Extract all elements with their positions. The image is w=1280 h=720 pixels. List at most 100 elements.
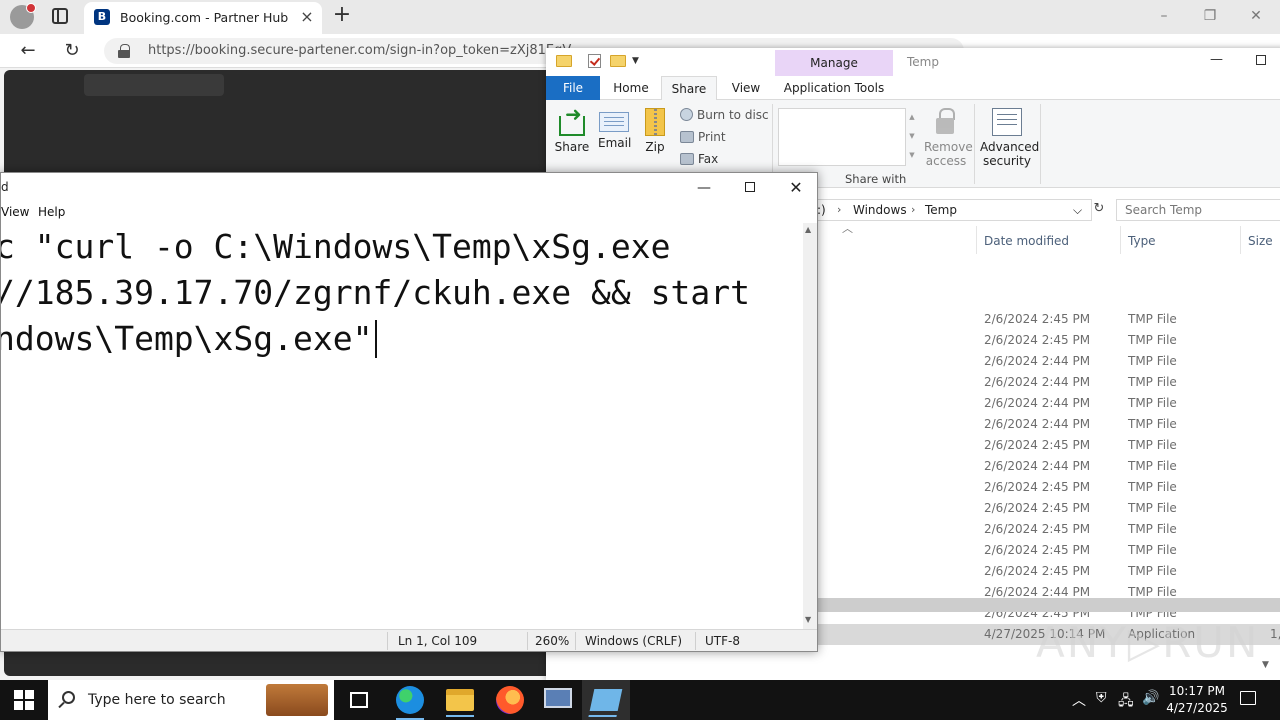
sort-ascending-icon: ︿ bbox=[842, 222, 853, 235]
breadcrumb-drive[interactable]: :) bbox=[817, 203, 826, 217]
text-line: ndows\Temp\xSg.exe" bbox=[1, 316, 377, 362]
row-date: 2/6/2024 2:44 PM bbox=[984, 459, 1091, 473]
tab-file[interactable]: File bbox=[546, 76, 600, 100]
email-icon bbox=[599, 112, 629, 132]
tab-actions-icon[interactable] bbox=[52, 8, 68, 24]
breadcrumb-windows[interactable]: Windows bbox=[853, 203, 907, 217]
row-date: 2/6/2024 2:45 PM bbox=[984, 501, 1091, 515]
remove-access-button[interactable]: Remove access bbox=[924, 108, 973, 168]
row-date: 2/6/2024 2:45 PM bbox=[984, 522, 1091, 536]
notepad-minimize-button[interactable]: — bbox=[689, 177, 719, 199]
back-arrow-icon[interactable]: ← bbox=[16, 40, 40, 62]
row-type: TMP File bbox=[1128, 564, 1177, 578]
scroll-down-icon[interactable]: ▼ bbox=[805, 615, 811, 624]
explorer-maximize-button[interactable] bbox=[1256, 55, 1266, 65]
network-icon[interactable]: 🖧 bbox=[1118, 690, 1134, 714]
scroll-up-icon[interactable]: ▲ bbox=[805, 225, 811, 234]
tab-close-icon[interactable]: × bbox=[298, 8, 316, 26]
row-date: 2/6/2024 2:44 PM bbox=[984, 375, 1091, 389]
column-date-modified[interactable]: Date modified bbox=[984, 234, 1069, 248]
browser-tab-bar: B Booking.com - Partner Hub × + – ❐ ✕ bbox=[0, 0, 1280, 34]
email-button[interactable]: Email bbox=[598, 108, 631, 150]
explorer-minimize-button[interactable]: — bbox=[1210, 52, 1223, 67]
status-separator bbox=[575, 632, 576, 650]
windows-start-icon[interactable] bbox=[14, 690, 34, 710]
lock-icon[interactable] bbox=[118, 44, 130, 58]
taskbar-clock[interactable]: 10:17 PM 4/27/2025 bbox=[1162, 683, 1232, 717]
row-date: 2/6/2024 2:44 PM bbox=[984, 396, 1091, 410]
new-tab-button[interactable]: + bbox=[330, 4, 354, 28]
share-button[interactable]: Share bbox=[554, 102, 590, 154]
menu-view[interactable]: View bbox=[1, 205, 29, 219]
search-input[interactable]: Search Temp bbox=[1116, 199, 1280, 221]
fax-icon bbox=[680, 153, 694, 165]
notepad-vertical-scrollbar[interactable]: ▲ ▼ bbox=[803, 223, 817, 629]
tab-view[interactable]: View bbox=[720, 76, 772, 100]
task-view-icon[interactable] bbox=[350, 692, 368, 708]
volume-icon[interactable]: 🔊 bbox=[1142, 690, 1159, 706]
chevron-right-icon: › bbox=[911, 203, 916, 216]
status-encoding: UTF-8 bbox=[705, 634, 740, 648]
text-caret bbox=[374, 320, 377, 358]
refresh-icon[interactable]: ↻ bbox=[1090, 201, 1108, 219]
properties-check-icon[interactable] bbox=[588, 54, 601, 68]
column-separator[interactable] bbox=[1240, 226, 1241, 254]
column-size[interactable]: Size bbox=[1248, 234, 1273, 248]
edge-browser-icon[interactable] bbox=[396, 686, 424, 720]
chevron-right-icon: › bbox=[837, 203, 842, 216]
tab-home[interactable]: Home bbox=[604, 76, 658, 100]
advanced-security-label-2: security bbox=[983, 154, 1031, 168]
zip-label: Zip bbox=[645, 140, 665, 154]
remote-desktop-icon[interactable] bbox=[544, 688, 572, 708]
print-label: Print bbox=[698, 130, 726, 144]
row-type: TMP File bbox=[1128, 396, 1177, 410]
zip-icon bbox=[645, 108, 665, 136]
profile-avatar-icon[interactable] bbox=[10, 3, 36, 29]
file-explorer-icon[interactable] bbox=[446, 689, 474, 717]
advanced-security-button[interactable]: Advanced security bbox=[980, 108, 1039, 168]
chevron-down-icon[interactable]: ⌵ bbox=[1073, 203, 1082, 218]
row-date: 2/6/2024 2:44 PM bbox=[984, 417, 1091, 431]
browser-minimize-button[interactable]: – bbox=[1144, 6, 1184, 26]
browser-close-button[interactable]: ✕ bbox=[1236, 6, 1276, 26]
watermark-text: ANY▷RUN bbox=[1036, 618, 1260, 667]
tab-application-tools[interactable]: Application Tools bbox=[775, 76, 893, 100]
row-type: TMP File bbox=[1128, 333, 1177, 347]
notepad-maximize-button[interactable] bbox=[735, 177, 765, 199]
burn-label: Burn to disc bbox=[697, 108, 769, 122]
notepad-text-area[interactable]: c "curl -o C:\Windows\Temp\xSg.exe //185… bbox=[1, 223, 803, 629]
manage-context-tab[interactable]: Manage bbox=[775, 50, 893, 76]
taskbar-search-box[interactable]: Type here to search bbox=[48, 680, 334, 720]
burn-to-disc-button[interactable]: Burn to disc bbox=[680, 108, 769, 122]
tab-share[interactable]: Share bbox=[661, 76, 717, 101]
share-with-scroll[interactable]: ▲ ▼ ▼ bbox=[906, 108, 918, 166]
ribbon-separator bbox=[1040, 104, 1041, 184]
fax-button[interactable]: Fax bbox=[680, 152, 718, 166]
column-separator[interactable] bbox=[976, 226, 977, 254]
new-folder-icon[interactable] bbox=[610, 55, 626, 67]
breadcrumb-temp[interactable]: Temp bbox=[925, 203, 957, 217]
row-date: 2/6/2024 2:44 PM bbox=[984, 354, 1091, 368]
notepad-title-bar: d — ✕ bbox=[1, 173, 817, 203]
browser-tab-active[interactable]: B Booking.com - Partner Hub × bbox=[84, 2, 322, 34]
notification-icon[interactable] bbox=[1240, 691, 1256, 705]
refresh-icon[interactable]: ↻ bbox=[60, 40, 84, 62]
notepad-icon[interactable] bbox=[589, 689, 623, 711]
row-type: TMP File bbox=[1128, 438, 1177, 452]
row-date: 2/6/2024 2:45 PM bbox=[984, 543, 1091, 557]
print-button[interactable]: Print bbox=[680, 130, 726, 144]
firefox-icon[interactable] bbox=[496, 686, 524, 714]
disc-icon bbox=[680, 108, 693, 121]
quick-access-dropdown-icon[interactable]: ▼ bbox=[632, 56, 639, 66]
chevron-up-icon[interactable]: ︿ bbox=[1072, 690, 1086, 710]
column-type[interactable]: Type bbox=[1128, 234, 1156, 248]
share-with-list[interactable] bbox=[778, 108, 906, 166]
menu-help[interactable]: Help bbox=[38, 205, 65, 219]
column-separator[interactable] bbox=[1120, 226, 1121, 254]
scroll-down-icon[interactable]: ▼ bbox=[1262, 660, 1269, 670]
browser-restore-button[interactable]: ❐ bbox=[1190, 6, 1230, 26]
zip-button[interactable]: Zip bbox=[642, 108, 668, 154]
row-type: TMP File bbox=[1128, 501, 1177, 515]
security-icon[interactable]: ⛨ bbox=[1096, 690, 1107, 706]
notepad-close-button[interactable]: ✕ bbox=[781, 177, 811, 199]
